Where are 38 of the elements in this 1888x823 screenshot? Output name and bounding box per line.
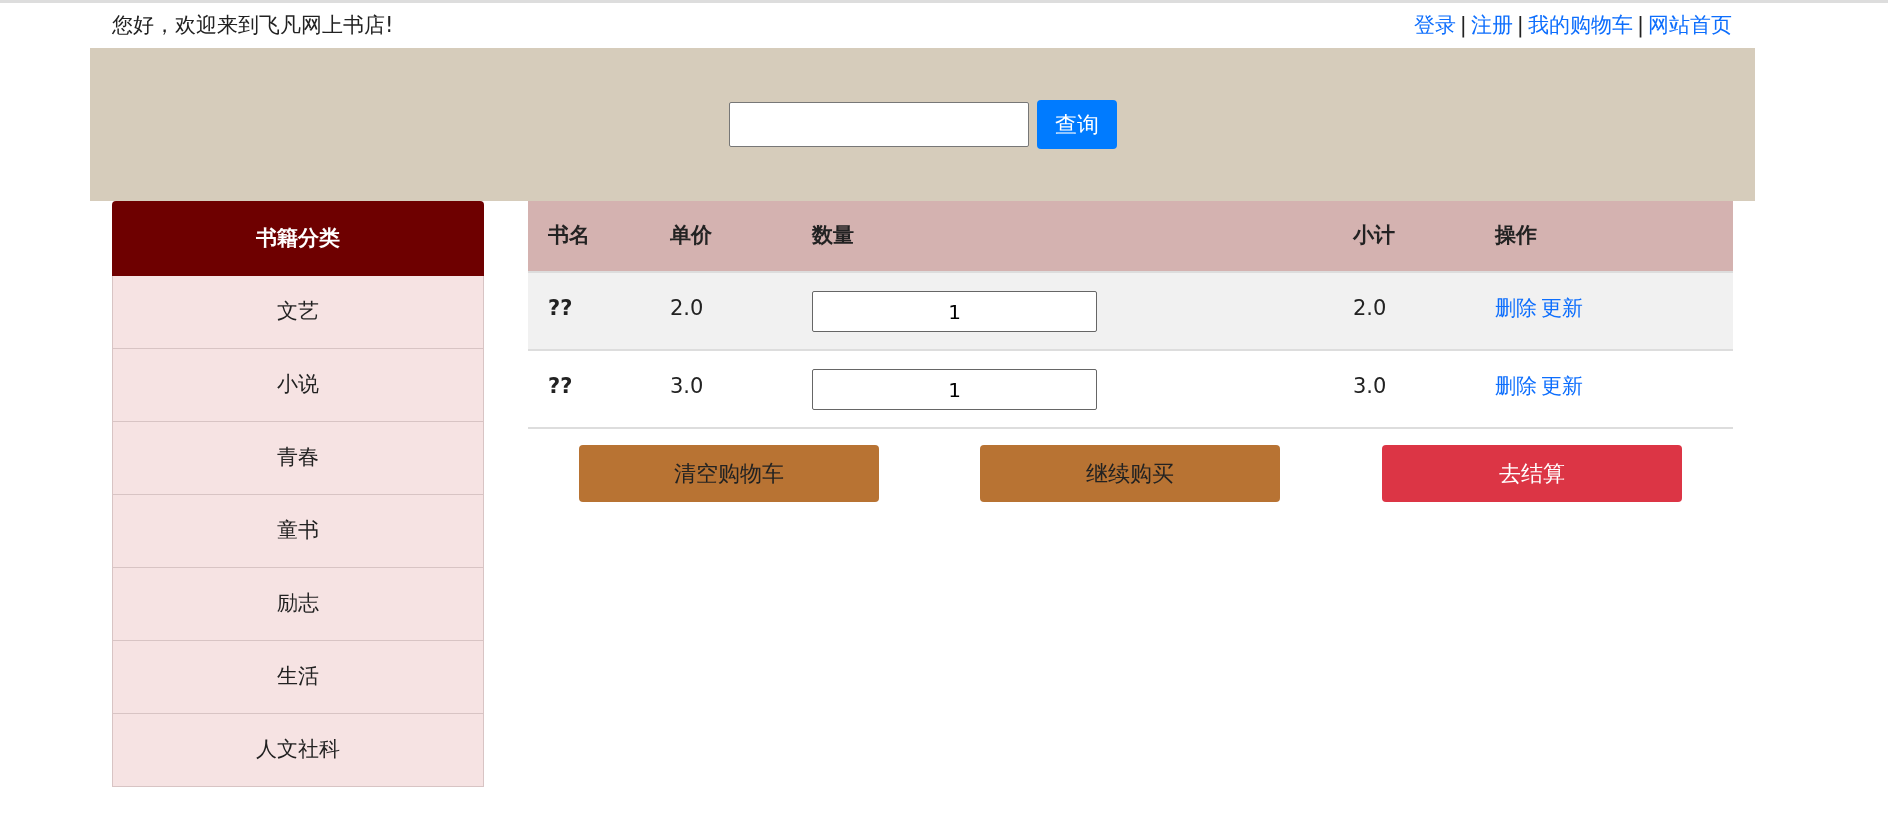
table-cell-text: 3.0	[1353, 373, 1388, 400]
action-link[interactable]: 删除	[1495, 371, 1537, 403]
table-cell-text: 2.0	[1353, 295, 1388, 322]
separator-text: |	[1516, 12, 1524, 37]
table-cell-text: 2.0	[670, 295, 705, 322]
column-header: 书名	[547, 222, 591, 250]
nav-link[interactable]: 注册	[1470, 12, 1513, 37]
category-item[interactable]: 青春	[112, 422, 484, 495]
column-header: 操作	[1495, 222, 1537, 250]
category-item[interactable]: 小说	[112, 349, 484, 422]
category-item[interactable]: 励志	[112, 568, 484, 641]
nav-link[interactable]: 网站首页	[1648, 12, 1732, 37]
welcome-text: 您好，欢迎来到飞凡网上书店!	[112, 11, 394, 39]
category-item[interactable]: 人文社科	[112, 714, 484, 787]
separator-text: |	[1459, 12, 1467, 37]
quantity-field[interactable]: 1	[812, 369, 1097, 410]
cart-button[interactable]: 去结算	[1382, 445, 1683, 502]
table-cell-text: ??	[547, 295, 574, 322]
cart-button[interactable]: 清空购物车	[578, 445, 879, 502]
table-cell-text: ??	[547, 373, 574, 400]
quantity-field[interactable]: 1	[812, 291, 1097, 332]
column-header: 小计	[1353, 222, 1396, 250]
nav-link[interactable]: 登录	[1413, 12, 1456, 37]
category-item[interactable]: 童书	[112, 495, 484, 568]
action-link[interactable]: 更新	[1541, 371, 1583, 403]
sidebar-title: 书籍分类	[112, 201, 484, 276]
separator-text: |	[1636, 12, 1644, 37]
nav-link[interactable]: 我的购物车	[1527, 12, 1633, 37]
category-item[interactable]: 生活	[112, 641, 484, 714]
search-field[interactable]	[728, 102, 1029, 147]
column-header: 数量	[812, 222, 855, 250]
action-link[interactable]: 删除	[1495, 293, 1537, 325]
column-header: 单价	[670, 222, 713, 250]
category-item[interactable]: 文艺	[112, 276, 484, 349]
table-cell-text: 3.0	[670, 373, 705, 400]
search-button[interactable]: 查询	[1036, 100, 1117, 149]
action-link[interactable]: 更新	[1541, 293, 1583, 325]
cart-button[interactable]: 继续购买	[980, 445, 1281, 502]
